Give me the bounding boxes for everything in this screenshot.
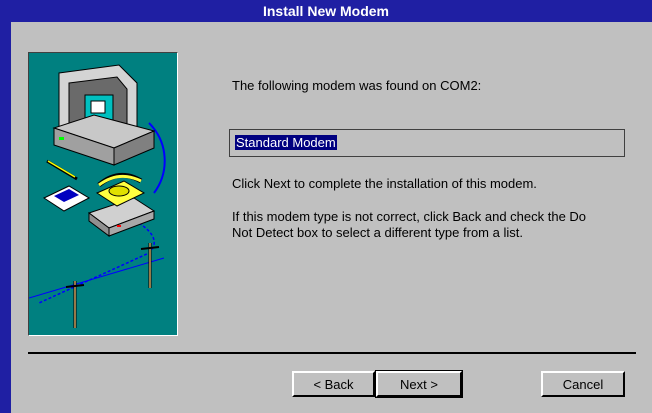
wrong-type-text-line1: If this modem type is not correct, click…: [232, 209, 587, 224]
next-button[interactable]: Next >: [375, 370, 463, 398]
window-left-edge: [0, 22, 11, 413]
modem-name-value: Standard Modem: [235, 135, 337, 150]
telephone-pole-icon: [65, 243, 160, 328]
next-instruction-text: Click Next to complete the installation …: [232, 176, 537, 191]
wizard-illustration: [28, 52, 178, 336]
cancel-button[interactable]: Cancel: [541, 371, 625, 397]
separator-line: [28, 352, 636, 354]
notepad-icon: [42, 185, 91, 212]
back-button[interactable]: < Back: [292, 371, 375, 397]
title-bar[interactable]: Install New Modem: [0, 0, 652, 22]
window-title: Install New Modem: [262, 3, 390, 19]
wrong-type-text-line2: Not Detect box to select a different typ…: [232, 225, 523, 240]
pencil-icon: [46, 159, 78, 181]
found-modem-text: The following modem was found on COM2:: [232, 78, 482, 93]
modem-name-field[interactable]: Standard Modem: [229, 129, 625, 157]
